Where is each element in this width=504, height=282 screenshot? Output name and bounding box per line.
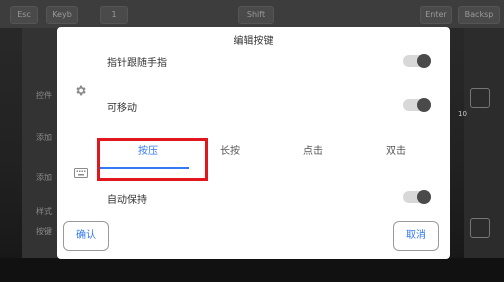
follow-finger-toggle[interactable]	[403, 54, 431, 68]
tab-double-tap[interactable]: 双击	[385, 142, 407, 157]
gear-icon	[74, 84, 87, 101]
bg-side-label: 添加	[36, 133, 52, 142]
tab-tap[interactable]: 点击	[302, 142, 324, 157]
bg-side-label: 样式	[36, 207, 52, 216]
bg-tab-1: 1	[100, 6, 128, 24]
bg-right-button	[470, 218, 490, 238]
bg-right-button	[470, 88, 490, 108]
bg-tab-esc: Esc	[10, 6, 38, 24]
toggle-knob	[417, 98, 431, 112]
edit-key-dialog: 编辑按键 指针跟随手指 可移动 按压 长按 点击 双击 自动保持 确认 取消	[57, 27, 450, 259]
bg-side-label: 按键	[36, 227, 52, 236]
auto-hold-label: 自动保持	[107, 195, 147, 206]
bg-tab-shift: Shift	[238, 6, 274, 24]
toggle-knob	[417, 190, 431, 204]
follow-finger-label: 指针跟随手指	[107, 58, 167, 69]
background-bottom-bar	[0, 258, 504, 282]
tab-long-press[interactable]: 长按	[219, 142, 241, 157]
bg-tab-backsp: Backsp	[458, 6, 500, 24]
toggle-knob	[417, 54, 431, 68]
background-top-bar: Esc Keyb 1 Shift Enter Backsp	[0, 0, 504, 28]
keyboard-icon	[74, 167, 88, 182]
dialog-title: 编辑按键	[233, 36, 274, 47]
bg-side-label: 添加	[36, 173, 52, 182]
bg-right-number: 10	[458, 110, 467, 118]
active-tab-indicator	[97, 167, 189, 169]
bg-tab-keyb: Keyb	[46, 6, 78, 24]
background-right-panel	[464, 28, 504, 268]
movable-label: 可移动	[107, 103, 137, 114]
confirm-button[interactable]: 确认	[63, 221, 109, 251]
press-mode-tabs: 按压 长按 点击 双击	[97, 142, 432, 166]
cancel-button[interactable]: 取消	[393, 221, 439, 251]
bg-side-label: 控件	[36, 91, 52, 100]
movable-toggle[interactable]	[403, 98, 431, 112]
auto-hold-toggle[interactable]	[403, 190, 431, 204]
tab-press[interactable]: 按压	[137, 142, 159, 157]
bg-tab-enter: Enter	[420, 6, 452, 24]
